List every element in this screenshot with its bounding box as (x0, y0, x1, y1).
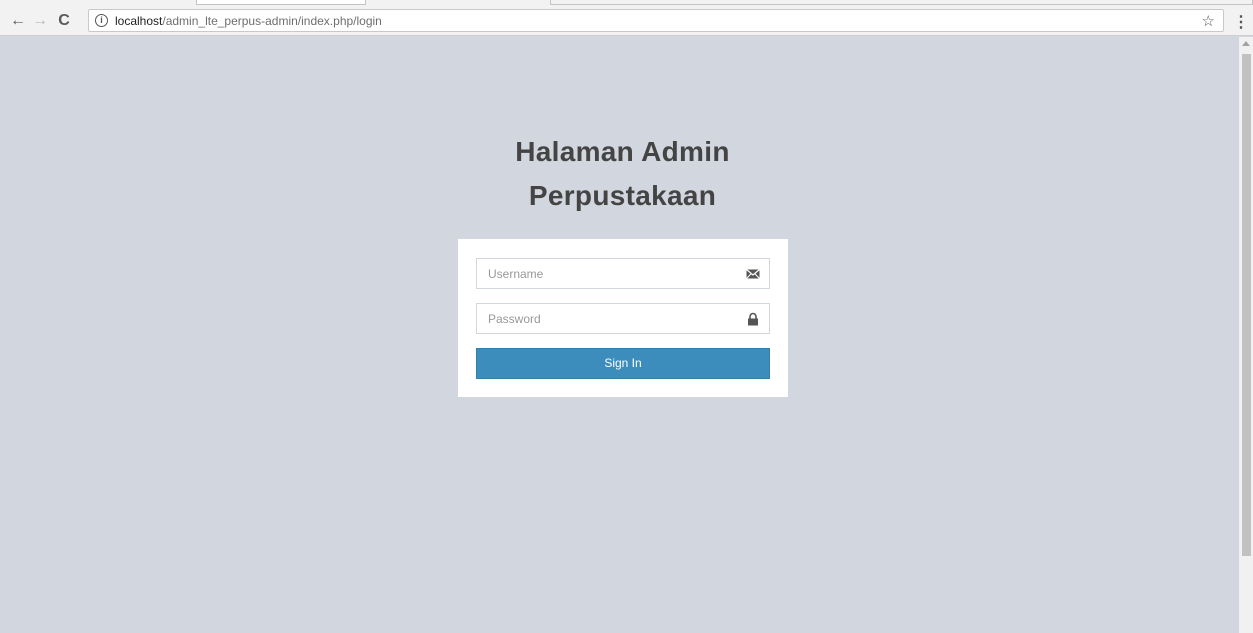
vertical-scrollbar[interactable] (1239, 37, 1253, 633)
address-bar[interactable]: i localhost/admin_lte_perpus-admin/index… (88, 9, 1224, 32)
browser-tab[interactable] (550, 0, 1253, 5)
browser-tab[interactable] (196, 0, 366, 5)
title-line-1: Halaman Admin (515, 136, 730, 167)
url-text[interactable]: localhost/admin_lte_perpus-admin/index.p… (115, 14, 382, 28)
info-icon[interactable]: i (95, 14, 108, 27)
password-field-group (476, 303, 770, 334)
reload-button[interactable]: C (54, 10, 74, 32)
sign-in-button[interactable]: Sign In (476, 348, 770, 379)
password-input[interactable] (477, 304, 769, 333)
envelope-icon (746, 269, 760, 279)
lock-icon (748, 312, 758, 326)
back-button[interactable]: ← (8, 10, 28, 32)
username-input[interactable] (477, 259, 769, 288)
browser-menu-icon[interactable]: ⋮ (1233, 12, 1249, 32)
bookmark-star-icon[interactable]: ☆ (1202, 12, 1215, 30)
scroll-up-arrow-icon[interactable] (1242, 41, 1250, 46)
forward-button[interactable]: → (30, 10, 50, 32)
url-host: localhost (115, 13, 163, 28)
url-path: /admin_lte_perpus-admin/index.php/login (162, 13, 382, 28)
login-box: Sign In (458, 239, 788, 397)
title-line-2: Perpustakaan (528, 180, 717, 211)
username-field-group (476, 258, 770, 289)
page-title: Halaman Admin Perpustakaan (6, 130, 1239, 218)
browser-toolbar: ← → C i localhost/admin_lte_perpus-admin… (0, 6, 1253, 36)
scrollbar-thumb[interactable] (1242, 54, 1251, 556)
login-page: Halaman Admin Perpustakaan Sign In (6, 37, 1239, 633)
